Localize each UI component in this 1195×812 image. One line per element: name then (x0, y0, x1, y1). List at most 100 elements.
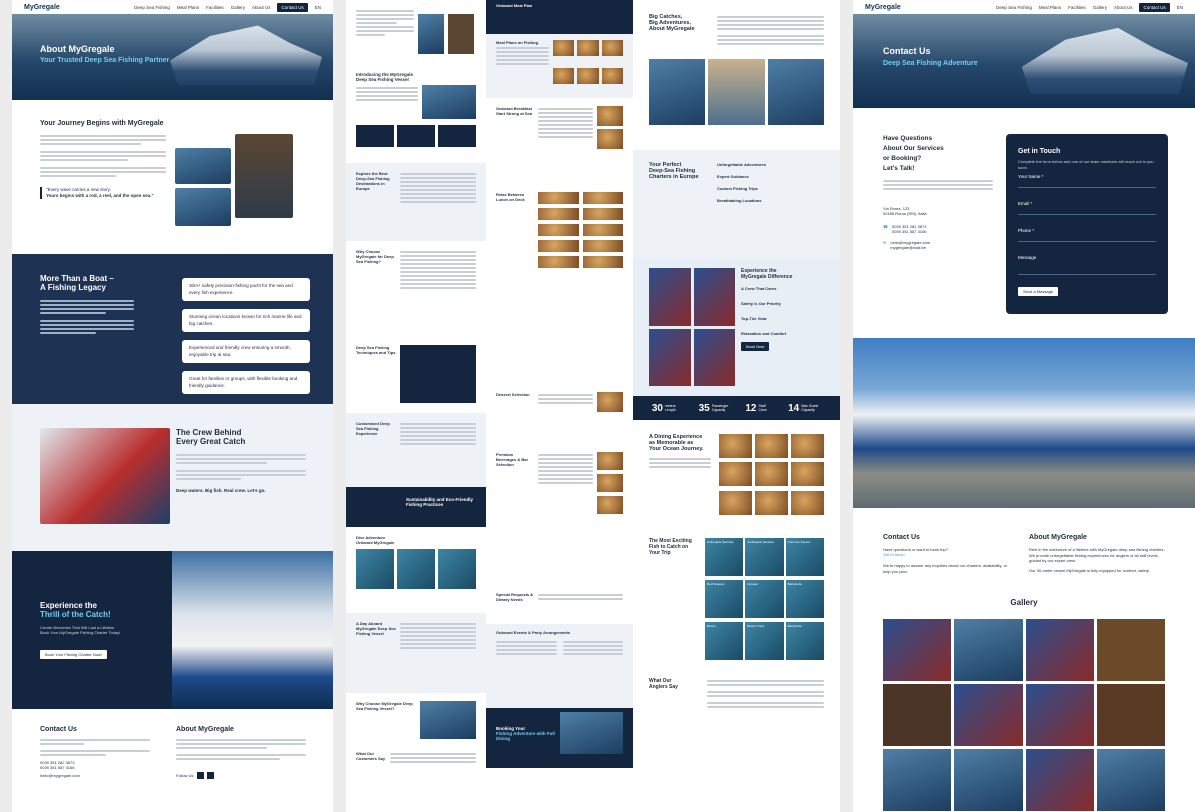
gallery-image[interactable] (1025, 749, 1094, 811)
food-image (597, 129, 623, 149)
booking-accent: Fishing Adventure with Full Dining (496, 731, 555, 741)
contact-hero: Contact Us Deep Sea Fishing Adventure (853, 14, 1195, 108)
hero-subtitle: Your Trusted Deep Sea Fishing Partner (40, 57, 170, 64)
gallery-image[interactable] (1096, 749, 1165, 811)
fish-card[interactable]: Amberjack (Seriola) (745, 538, 784, 576)
fish-card[interactable]: Grouper (745, 580, 784, 618)
food-image (538, 224, 579, 236)
perfect-item: Expert Guidance (717, 174, 749, 179)
gallery-image[interactable] (1025, 684, 1094, 746)
crew-motto: Deep waters. Big fish. Real crew. Let's … (176, 488, 266, 493)
fish-card[interactable]: Barracuda (785, 622, 824, 660)
message-field[interactable]: Message (1018, 247, 1156, 275)
nav-about[interactable]: About Us (252, 5, 271, 10)
anglers-title-2: Anglers Say (649, 684, 678, 690)
nav-about[interactable]: About Us (1114, 5, 1133, 10)
gallery-image[interactable] (883, 749, 952, 811)
gallery-image[interactable] (1096, 684, 1165, 746)
logo[interactable]: MyGregale (24, 4, 60, 11)
gallery-image[interactable] (883, 619, 952, 681)
legacy-section: More Than a Boat – A Fishing Legacy 30m+… (12, 254, 333, 404)
section-title: Onboard Breakfast Start Strong at Sea (496, 106, 533, 116)
food-image (791, 434, 824, 458)
nav-deep-sea[interactable]: Deep Sea Fishing (134, 5, 170, 10)
food-image (582, 192, 623, 204)
facebook-icon[interactable] (196, 772, 204, 779)
contact-button[interactable]: Contact Us (277, 2, 308, 12)
section-title: Customised Deep Sea Fishing Experience (356, 421, 390, 436)
gallery-image[interactable] (883, 684, 952, 746)
journey-title: Your Journey Begins with MyGregale (40, 120, 164, 127)
lang-selector[interactable]: EN (315, 5, 321, 10)
section-title: Special Requests & Dietary Needs (496, 592, 534, 602)
phone-icon: ☎ (883, 224, 888, 229)
section-title: A Day Aboard MyGregale Deep Sea Fishing … (356, 621, 396, 636)
difference-item: Relaxation and Comfort (741, 331, 787, 336)
bigcatch-title-3: About MyGregale (649, 26, 695, 32)
fish-card[interactable]: Red Snapper (705, 580, 744, 618)
form-description: Complete the form below and one of our t… (1018, 159, 1154, 170)
food-image (791, 490, 824, 515)
contact-phone-2[interactable]: 0039 351 587 3166 (892, 229, 926, 234)
about-page-screenshot: MyGregale Deep Sea Fishing Meal Plans Fa… (12, 0, 333, 812)
address-line-2: 00185 Roma (RM), Italia (883, 211, 927, 216)
booking-banner: Booking Your Fishing Adventure with Full… (486, 708, 633, 768)
section-title: Onboard Events & Party Arrangements (496, 630, 571, 635)
hero-title: About MyGregale (40, 44, 115, 54)
gallery-section: Gallery (853, 598, 1195, 812)
name-field[interactable]: Your Name * (1018, 174, 1156, 188)
hero-title: Contact Us (883, 46, 931, 56)
food-image (597, 452, 623, 470)
book-charter-button[interactable]: Book Your Fishing Charter Now! (40, 650, 107, 659)
fish-card[interactable]: Common Dentex (785, 538, 824, 576)
gallery-image[interactable] (954, 684, 1023, 746)
nav-deep-sea[interactable]: Deep Sea Fishing (996, 5, 1032, 10)
facility-image (693, 268, 735, 326)
stat-number: 30 (651, 402, 663, 414)
nav-meal-plans[interactable]: Meal Plans (177, 5, 199, 10)
navbar: MyGregale Deep Sea Fishing Meal Plans Fa… (853, 0, 1195, 14)
fish-name: Amberjack (Seriola) (707, 540, 734, 544)
lang-selector[interactable]: EN (1177, 5, 1183, 10)
nav-facilities[interactable]: Facilities (206, 5, 224, 10)
nav-gallery[interactable]: Gallery (1093, 5, 1107, 10)
book-now-button[interactable]: Book Now (741, 342, 770, 351)
footer-contact-link[interactable]: Get in touch (883, 552, 1013, 557)
food-image (755, 462, 788, 487)
contact-section: Have Questions About Our Services or Boo… (853, 130, 1195, 320)
phone-field[interactable]: Phone * (1018, 220, 1156, 242)
nav-meal-plans[interactable]: Meal Plans (1039, 5, 1061, 10)
contact-button[interactable]: Contact Us (1139, 2, 1170, 12)
contact-email-2[interactable]: mygregale@mail.ee (890, 245, 930, 250)
food-image (538, 192, 579, 204)
booking-image (560, 712, 623, 754)
section-title: Meal Plans on Fishing (496, 40, 539, 45)
meal-hero: Onboard Meal Plan (486, 0, 633, 34)
gallery-image[interactable] (1025, 619, 1094, 681)
dive-image (356, 549, 394, 589)
gallery-image[interactable] (954, 749, 1023, 811)
email-field[interactable]: Email * (1018, 193, 1156, 215)
catch-image (708, 59, 765, 125)
gallery-image[interactable] (1096, 619, 1165, 681)
footer-about-text-1: Reel in the adventure of a lifetime with… (1029, 547, 1165, 563)
fish-card[interactable]: Bonito (705, 622, 744, 660)
stat-label: Passenger Capacity (711, 404, 729, 412)
food-image (577, 67, 599, 84)
nav-gallery[interactable]: Gallery (231, 5, 245, 10)
fish-card[interactable]: Amberjack (Seriola) (705, 538, 744, 576)
linkedin-icon[interactable] (206, 772, 214, 779)
section-title: Dessert Selection (496, 392, 530, 397)
crew-image (40, 428, 170, 524)
tips-box (400, 345, 476, 403)
fish-card[interactable]: Barracuda (785, 580, 824, 618)
gallery-image[interactable] (954, 619, 1023, 681)
experience-ship-image (172, 551, 333, 709)
ship-image (1021, 27, 1188, 95)
perfect-item: Unforgettable Adventures (717, 162, 766, 167)
food-image (577, 40, 599, 56)
logo[interactable]: MyGregale (865, 4, 901, 11)
nav-facilities[interactable]: Facilities (1068, 5, 1086, 10)
fish-card[interactable]: Bluefin Tuna (745, 622, 784, 660)
send-message-button[interactable]: Send a Message (1018, 287, 1059, 296)
